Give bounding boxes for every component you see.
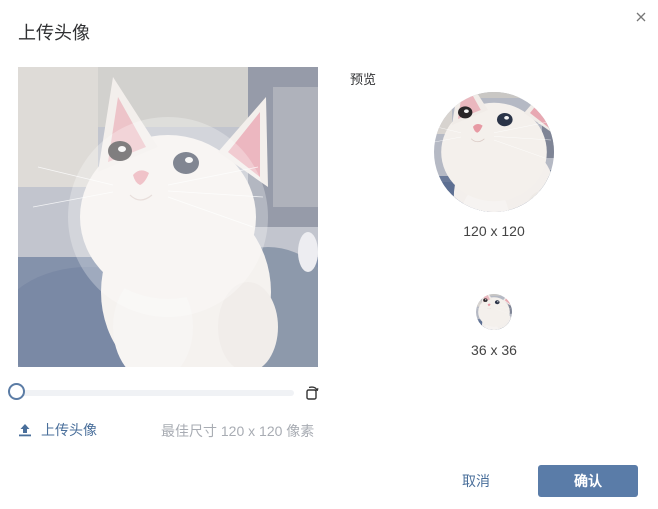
crop-circle (68, 117, 268, 317)
upload-icon (18, 423, 32, 437)
rotate-icon[interactable] (303, 384, 321, 402)
dialog-title: 上传头像 (18, 23, 90, 43)
upload-size-hint: 最佳尺寸 120 x 120 像素 (161, 423, 315, 439)
zoom-slider-track[interactable] (18, 390, 294, 396)
preview-small-caption: 36 x 36 (471, 342, 517, 358)
cancel-button[interactable]: 取消 (448, 466, 504, 496)
confirm-button[interactable]: 确认 (538, 465, 638, 497)
preview-large-caption: 120 x 120 (463, 223, 525, 239)
zoom-slider-thumb[interactable] (8, 383, 25, 400)
image-cropper[interactable] (18, 67, 318, 367)
upload-avatar-dialog: 上传头像 预览 120 x 120 36 x 36 上传头像 最佳尺寸 120 … (0, 0, 658, 509)
preview-small-avatar (476, 294, 512, 330)
close-icon[interactable] (633, 9, 649, 25)
cat-photo (18, 67, 318, 367)
upload-avatar-button[interactable]: 上传头像 (18, 420, 97, 440)
upload-avatar-label: 上传头像 (41, 422, 97, 438)
preview-large-avatar (434, 92, 554, 212)
preview-label: 预览 (350, 72, 377, 87)
